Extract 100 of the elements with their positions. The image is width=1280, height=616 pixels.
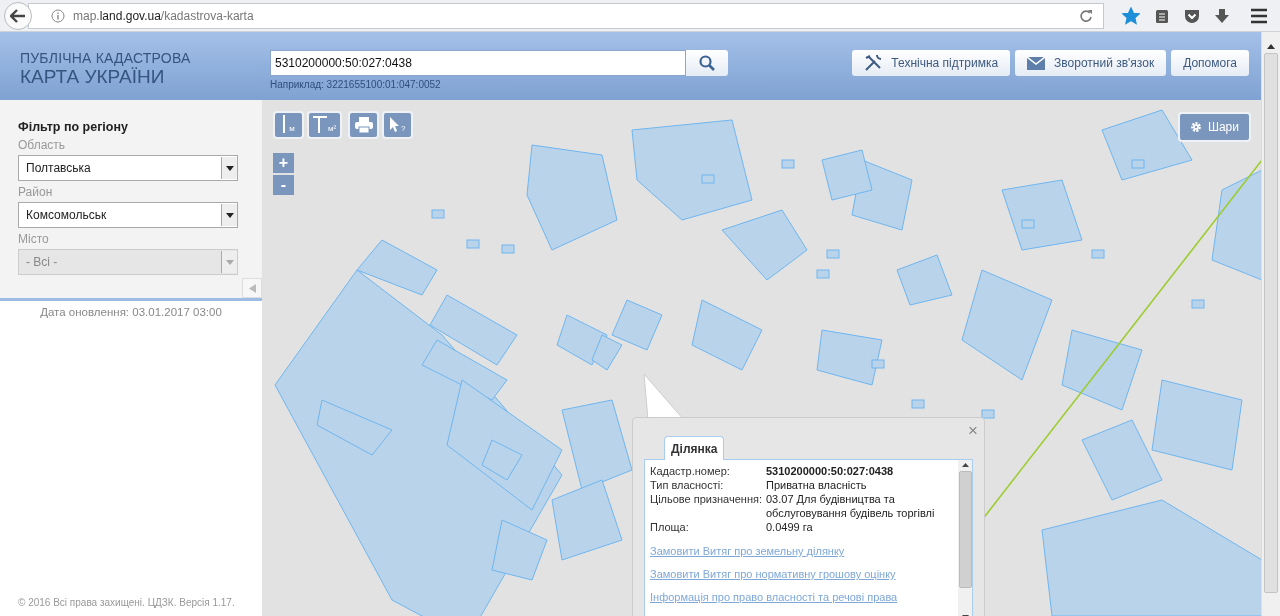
caret-icon	[225, 212, 234, 218]
land-parcel[interactable]	[1081, 419, 1163, 501]
address-bar[interactable]: map.land.gov.ua/kadastrova-karta	[28, 2, 1104, 29]
land-parcel[interactable]	[826, 249, 840, 259]
layers-button[interactable]: Шари	[1177, 112, 1251, 142]
land-parcel[interactable]	[821, 149, 873, 201]
field-label: Площа:	[650, 520, 690, 534]
land-parcel[interactable]	[316, 399, 393, 456]
map-tool-button[interactable]: ?	[382, 111, 414, 139]
order-link[interactable]: Інформація про право власності та речові права	[650, 591, 953, 603]
field-label: Цільове призначення:	[650, 492, 762, 507]
search-button[interactable]	[686, 50, 728, 76]
field-value: 03.07 Для будівництва та обслуговування будівель торгівлі	[765, 492, 936, 520]
info-icon	[51, 8, 65, 23]
land-parcel[interactable]	[1151, 379, 1243, 471]
pointer-icon	[389, 117, 400, 133]
field-value: 5310200000:50:027:0438	[765, 464, 895, 478]
scroll-up-icon	[1267, 44, 1275, 49]
land-parcel[interactable]	[871, 359, 885, 369]
land-parcel[interactable]	[631, 119, 753, 221]
order-link[interactable]: Замовити Витяг про земельну ділянку	[650, 545, 953, 557]
logo-title: ПУБЛІЧНА КАДАСТРОВА	[20, 50, 192, 66]
caret-icon	[225, 165, 234, 171]
field-label: Кадастр.номер:	[650, 464, 731, 478]
header-button[interactable]: Допомога	[1171, 50, 1249, 76]
map-tool-button[interactable]: м	[273, 111, 304, 139]
land-parcel[interactable]	[721, 209, 808, 281]
order-link[interactable]: Замовити Витяг про нормативну грошову оцінку	[650, 568, 953, 580]
land-parcel[interactable]	[1091, 249, 1105, 259]
popup-tab[interactable]: Ділянка	[664, 436, 725, 460]
reading-list-icon[interactable]	[1154, 7, 1170, 24]
envelope-icon	[1027, 56, 1046, 70]
zoom-button[interactable]: +	[273, 153, 294, 173]
land-parcel[interactable]	[781, 159, 795, 169]
header-button[interactable]: Технічна підтримка	[852, 50, 1011, 76]
map-tool-button[interactable]: м²	[307, 111, 343, 139]
land-parcel[interactable]	[981, 409, 995, 419]
land-parcel[interactable]	[1061, 329, 1143, 411]
land-parcel[interactable]	[1001, 179, 1083, 251]
land-parcel[interactable]	[816, 329, 883, 386]
menu-icon[interactable]	[1250, 7, 1268, 24]
land-parcel[interactable]	[526, 144, 618, 251]
tools-icon	[864, 54, 883, 72]
collapse-panel-button[interactable]	[242, 278, 262, 298]
scroll-up-icon	[961, 463, 969, 467]
land-parcel[interactable]	[551, 479, 623, 561]
bookmark-star-icon[interactable]	[1122, 6, 1140, 25]
download-icon[interactable]	[1214, 7, 1230, 24]
land-parcel[interactable]	[1021, 219, 1035, 229]
field-label: Область	[18, 138, 67, 152]
field-value: Приватна власність	[765, 478, 868, 492]
printer-icon	[354, 117, 373, 133]
zoom-button[interactable]: -	[273, 175, 294, 195]
left-triangle-icon	[248, 283, 256, 293]
header-button[interactable]: Зворотний зв'язок	[1015, 50, 1167, 76]
land-parcel[interactable]	[911, 399, 925, 409]
url-text: map.land.gov.ua/kadastrova-karta	[73, 8, 255, 23]
region-dropdown[interactable]: Полтавська	[18, 155, 238, 181]
field-label: Місто	[18, 232, 50, 246]
field-label: Тип власності:	[650, 478, 725, 492]
land-parcel[interactable]	[591, 334, 623, 371]
reload-icon[interactable]	[1079, 8, 1093, 23]
area-ruler-icon	[313, 115, 327, 133]
land-parcel[interactable]	[1131, 159, 1145, 169]
close-button[interactable]: ×	[968, 422, 978, 439]
land-parcel[interactable]	[501, 244, 515, 254]
search-icon	[699, 55, 715, 71]
land-parcel[interactable]	[431, 209, 445, 219]
scroll-thumb[interactable]	[958, 471, 972, 588]
region-dropdown[interactable]: Комсомольськ	[18, 202, 238, 228]
land-parcel[interactable]	[701, 174, 715, 184]
land-parcel[interactable]	[896, 254, 953, 306]
page-scrollbar[interactable]	[1261, 32, 1280, 616]
map-canvas[interactable]	[262, 100, 1261, 616]
land-parcel[interactable]	[816, 269, 830, 279]
caret-icon	[225, 259, 234, 265]
pocket-icon[interactable]	[1184, 7, 1200, 24]
land-parcel[interactable]	[961, 269, 1053, 381]
land-parcel[interactable]	[491, 519, 548, 581]
land-parcel[interactable]	[356, 239, 438, 296]
land-parcel[interactable]	[691, 299, 763, 371]
field-label: Район	[18, 185, 54, 199]
back-arrow-icon	[10, 8, 26, 23]
search-hint: Наприклад: 3221655100:01:047:0052	[270, 79, 442, 90]
update-date: Дата оновлення: 03.01.2017 03:00	[39, 306, 223, 318]
land-parcel[interactable]	[1211, 169, 1261, 281]
map-tool-button[interactable]	[348, 111, 380, 139]
land-parcel[interactable]	[1101, 109, 1193, 181]
land-parcel[interactable]	[429, 294, 518, 366]
popup-scrollbar[interactable]	[958, 460, 972, 616]
land-parcel[interactable]	[481, 439, 523, 481]
back-button[interactable]	[4, 1, 32, 30]
land-parcel[interactable]	[466, 239, 480, 249]
land-parcel[interactable]	[1191, 299, 1205, 309]
scroll-thumb[interactable]	[1264, 53, 1278, 593]
land-parcel[interactable]	[611, 299, 663, 351]
field-value: 0.0499 га	[765, 520, 814, 534]
search-field[interactable]: 5310200000:50:027:0438	[270, 50, 686, 76]
copyright-text: © 2016 Всі права захищені. ЦДЗК. Версія 1.17.	[17, 597, 236, 610]
land-parcel[interactable]	[421, 339, 508, 401]
